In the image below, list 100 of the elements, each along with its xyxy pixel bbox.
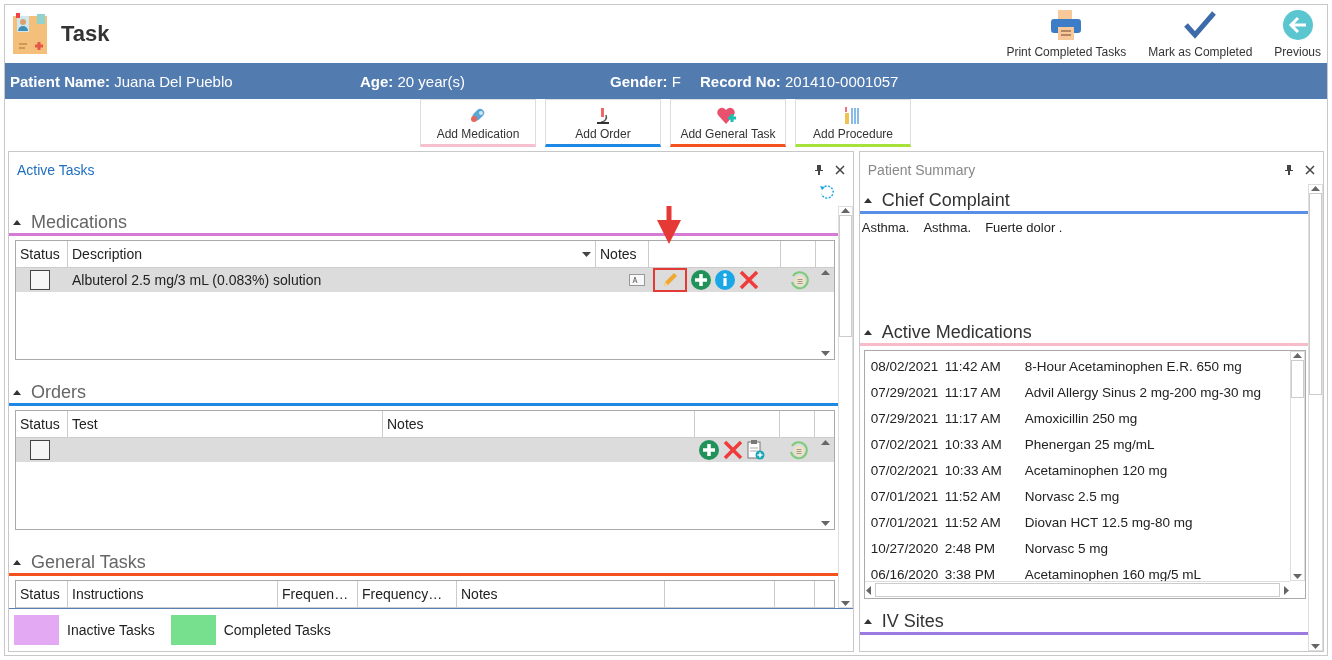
scroll-thumb[interactable] (1309, 193, 1322, 395)
date-text: 07/29/2021 (870, 410, 940, 426)
pin-icon[interactable] (814, 165, 823, 175)
time-text: 3:38 PM (944, 566, 997, 581)
scrollbar[interactable] (1290, 351, 1305, 581)
medication-text: Phenergan 25 mg/mL (1024, 436, 1156, 452)
medication-text: Advil Allergy Sinus 2 mg-200 mg-30 mg (1024, 384, 1263, 400)
scroll-down-icon[interactable] (1293, 574, 1302, 580)
add-button[interactable]: Add Order (545, 99, 661, 147)
column-header[interactable]: Notes (383, 411, 695, 437)
scroll-down-icon[interactable] (840, 601, 850, 607)
medication-text: Amoxicillin 250 mg (1024, 410, 1139, 426)
horizontal-scrollbar[interactable] (864, 581, 1290, 598)
scroll-down-icon[interactable] (820, 351, 830, 357)
collapse-icon[interactable] (13, 218, 21, 225)
column-header[interactable]: Instructions (68, 581, 278, 607)
collapse-icon[interactable] (13, 558, 21, 565)
patient-field: Patient Name: Juana Del Pueblo (10, 72, 360, 90)
date-text: 07/29/2021 (870, 384, 940, 400)
legend-label: Inactive Tasks (67, 622, 155, 638)
column-header[interactable]: Notes (457, 581, 665, 607)
add-button[interactable]: Add Procedure (795, 99, 911, 147)
medication-text: Norvasc 5 mg (1024, 540, 1110, 556)
collapse-icon[interactable] (863, 617, 872, 624)
complaint-text: Asthma. (861, 220, 910, 237)
section-title: IV Sites (881, 611, 944, 632)
scroll-right-icon[interactable] (1284, 585, 1290, 595)
toolbar-button[interactable]: Previous (1274, 9, 1321, 59)
medication-text: Norvasc 2.5 mg (1024, 488, 1121, 504)
description-cell: Albuterol 2.5 mg/3 mL (0.083%) solution (72, 272, 322, 288)
date-text: 08/02/2021 (870, 358, 940, 374)
section-title: Active Medications (881, 322, 1032, 343)
note-icon[interactable] (629, 274, 645, 286)
time-text: 11:52 AM (944, 514, 1002, 530)
collapse-icon[interactable] (863, 196, 872, 203)
section-title: General Tasks (31, 552, 146, 573)
status-checkbox[interactable] (30, 440, 50, 460)
add-icon[interactable] (691, 270, 711, 290)
scroll-thumb[interactable] (1291, 360, 1304, 398)
info-icon[interactable] (715, 270, 735, 290)
section-title: Orders (31, 382, 86, 403)
date-text: 06/16/2020 (870, 566, 940, 581)
date-text: 07/02/2021 (870, 436, 940, 452)
scroll-up-icon[interactable] (840, 207, 850, 213)
toolbar-button[interactable]: Print Completed Tasks (1006, 9, 1127, 59)
scroll-up-icon[interactable] (1293, 352, 1302, 358)
column-header[interactable]: Frequen… (278, 581, 358, 607)
add-button[interactable]: Add General Task (670, 99, 786, 147)
microscope-icon (594, 107, 612, 125)
time-text: 11:42 AM (944, 358, 1002, 374)
checkmark-icon (1183, 9, 1218, 41)
add-button[interactable]: Add Medication (420, 99, 536, 147)
medication-text: Acetaminophen 160 mg/5 mL (1024, 566, 1203, 581)
date-text: 07/01/2021 (870, 488, 940, 504)
delete-icon[interactable] (739, 270, 759, 290)
medication-text: Acetaminophen 120 mg (1024, 462, 1169, 478)
collapse-icon[interactable] (863, 328, 872, 335)
time-text: 10:33 AM (944, 462, 1003, 478)
scroll-thumb[interactable] (838, 215, 852, 337)
scroll-up-icon[interactable] (820, 269, 830, 275)
column-header[interactable]: Frequency… (358, 581, 457, 607)
pin-icon[interactable] (1285, 165, 1293, 175)
delete-icon[interactable] (723, 440, 743, 460)
sort-caret-icon[interactable] (582, 251, 591, 257)
scroll-down-icon[interactable] (1311, 644, 1320, 650)
column-header[interactable]: Test (68, 411, 383, 437)
patient-field: Record No: 201410-0001057 (700, 72, 1327, 90)
time-text: 11:17 AM (944, 384, 1002, 400)
legend-label: Completed Tasks (223, 622, 331, 638)
add-icon[interactable] (699, 440, 719, 460)
patient-field: Age: 20 year(s) (360, 72, 610, 90)
refresh-icon[interactable] (818, 184, 835, 200)
toolbar-button[interactable]: Mark as Completed (1148, 9, 1253, 59)
scrollbar[interactable] (837, 206, 853, 608)
date-text: 07/01/2021 (870, 514, 940, 530)
column-header[interactable]: Status (16, 241, 68, 267)
scrollbar[interactable] (1308, 184, 1323, 651)
time-text: 10:33 AM (944, 436, 1003, 452)
collapse-icon[interactable] (13, 388, 21, 395)
close-icon[interactable] (834, 165, 845, 175)
close-icon[interactable] (1305, 165, 1315, 175)
time-text: 11:52 AM (944, 488, 1002, 504)
scroll-up-icon[interactable] (820, 439, 830, 445)
status-checkbox[interactable] (30, 270, 50, 290)
medication-text: Diovan HCT 12.5 mg-80 mg (1024, 514, 1194, 530)
clipboard-add-icon[interactable] (747, 440, 765, 460)
medication-text: 8-Hour Acetaminophen E.R. 650 mg (1024, 358, 1243, 374)
panel-title: Patient Summary (867, 162, 976, 178)
scroll-up-icon[interactable] (1311, 185, 1320, 191)
scroll-down-icon[interactable] (820, 521, 830, 527)
column-header[interactable]: Status (16, 581, 68, 607)
date-text: 10/27/2020 (870, 540, 940, 556)
column-header[interactable]: Status (16, 411, 68, 437)
complaint-text: Fuerte dolor . (985, 220, 1063, 237)
column-header[interactable]: Description (68, 241, 596, 267)
printer-icon (1049, 9, 1084, 41)
column-header[interactable]: Notes (596, 241, 649, 267)
scroll-left-icon[interactable] (864, 585, 871, 595)
section-title: Chief Complaint (881, 190, 1010, 211)
complaint-text: Asthma. (923, 220, 972, 237)
